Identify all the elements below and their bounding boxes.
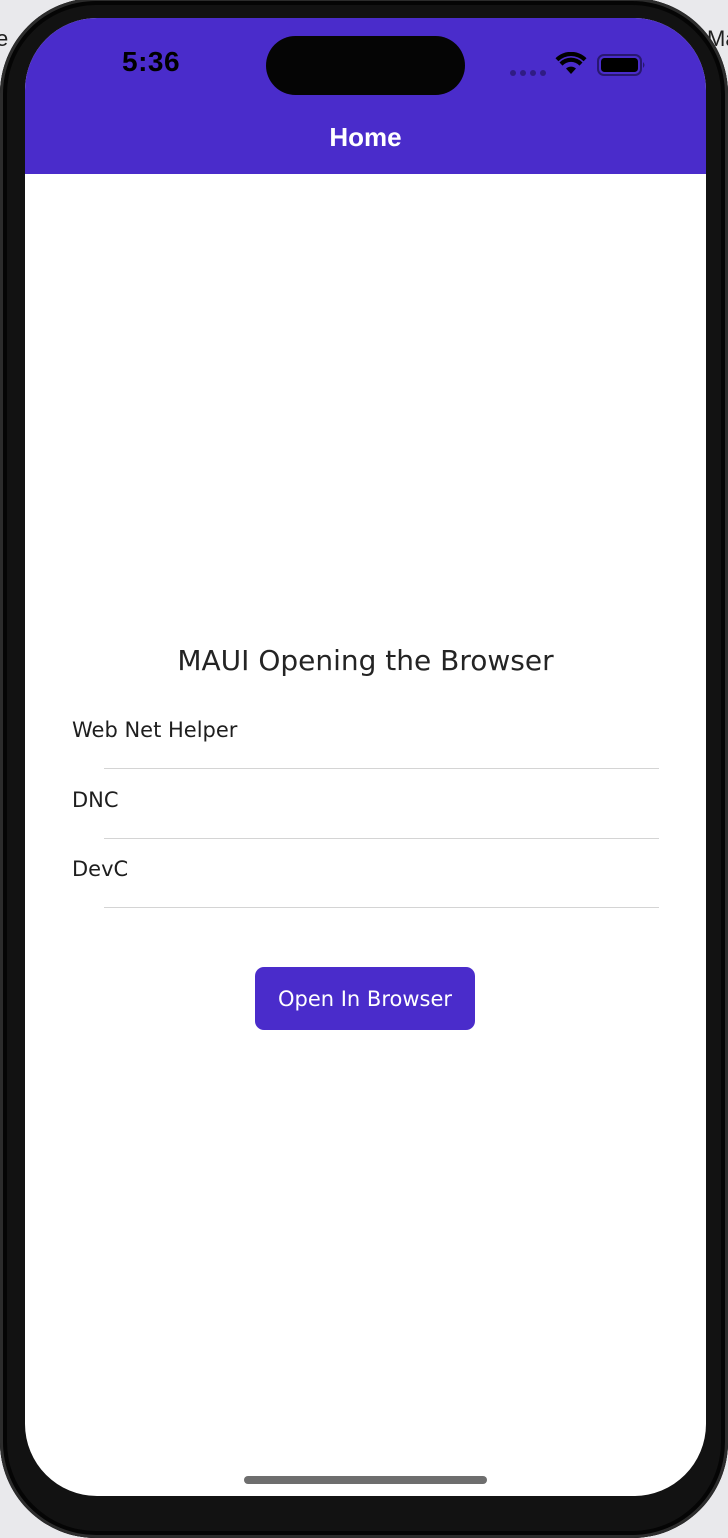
wifi-icon [555, 52, 587, 74]
dynamic-island [266, 36, 465, 95]
home-indicator[interactable] [244, 1476, 487, 1484]
url-entry-1[interactable]: Web Net Helper [72, 718, 659, 788]
entry-underline [104, 838, 659, 839]
entry-underline [104, 907, 659, 908]
entry-value: DevC [72, 857, 129, 881]
backdrop-left-text: e [0, 26, 9, 51]
entry-underline [104, 768, 659, 769]
nav-title: Home [329, 122, 402, 152]
navigation-header: 5:36 Home [25, 18, 706, 174]
entry-value: Web Net Helper [72, 718, 238, 742]
open-in-browser-button[interactable]: Open In Browser [255, 967, 475, 1030]
url-entry-3[interactable]: DevC [72, 857, 659, 927]
status-time: 5:36 [122, 46, 181, 77]
signal-dots-icon [510, 70, 546, 76]
battery-icon [597, 54, 645, 76]
entry-value: DNC [72, 788, 119, 812]
page-title: MAUI Opening the Browser [177, 644, 554, 677]
url-entry-2[interactable]: DNC [72, 788, 659, 858]
app-screen: 5:36 Home MAUI Opening the Browser Web N… [25, 18, 706, 1496]
